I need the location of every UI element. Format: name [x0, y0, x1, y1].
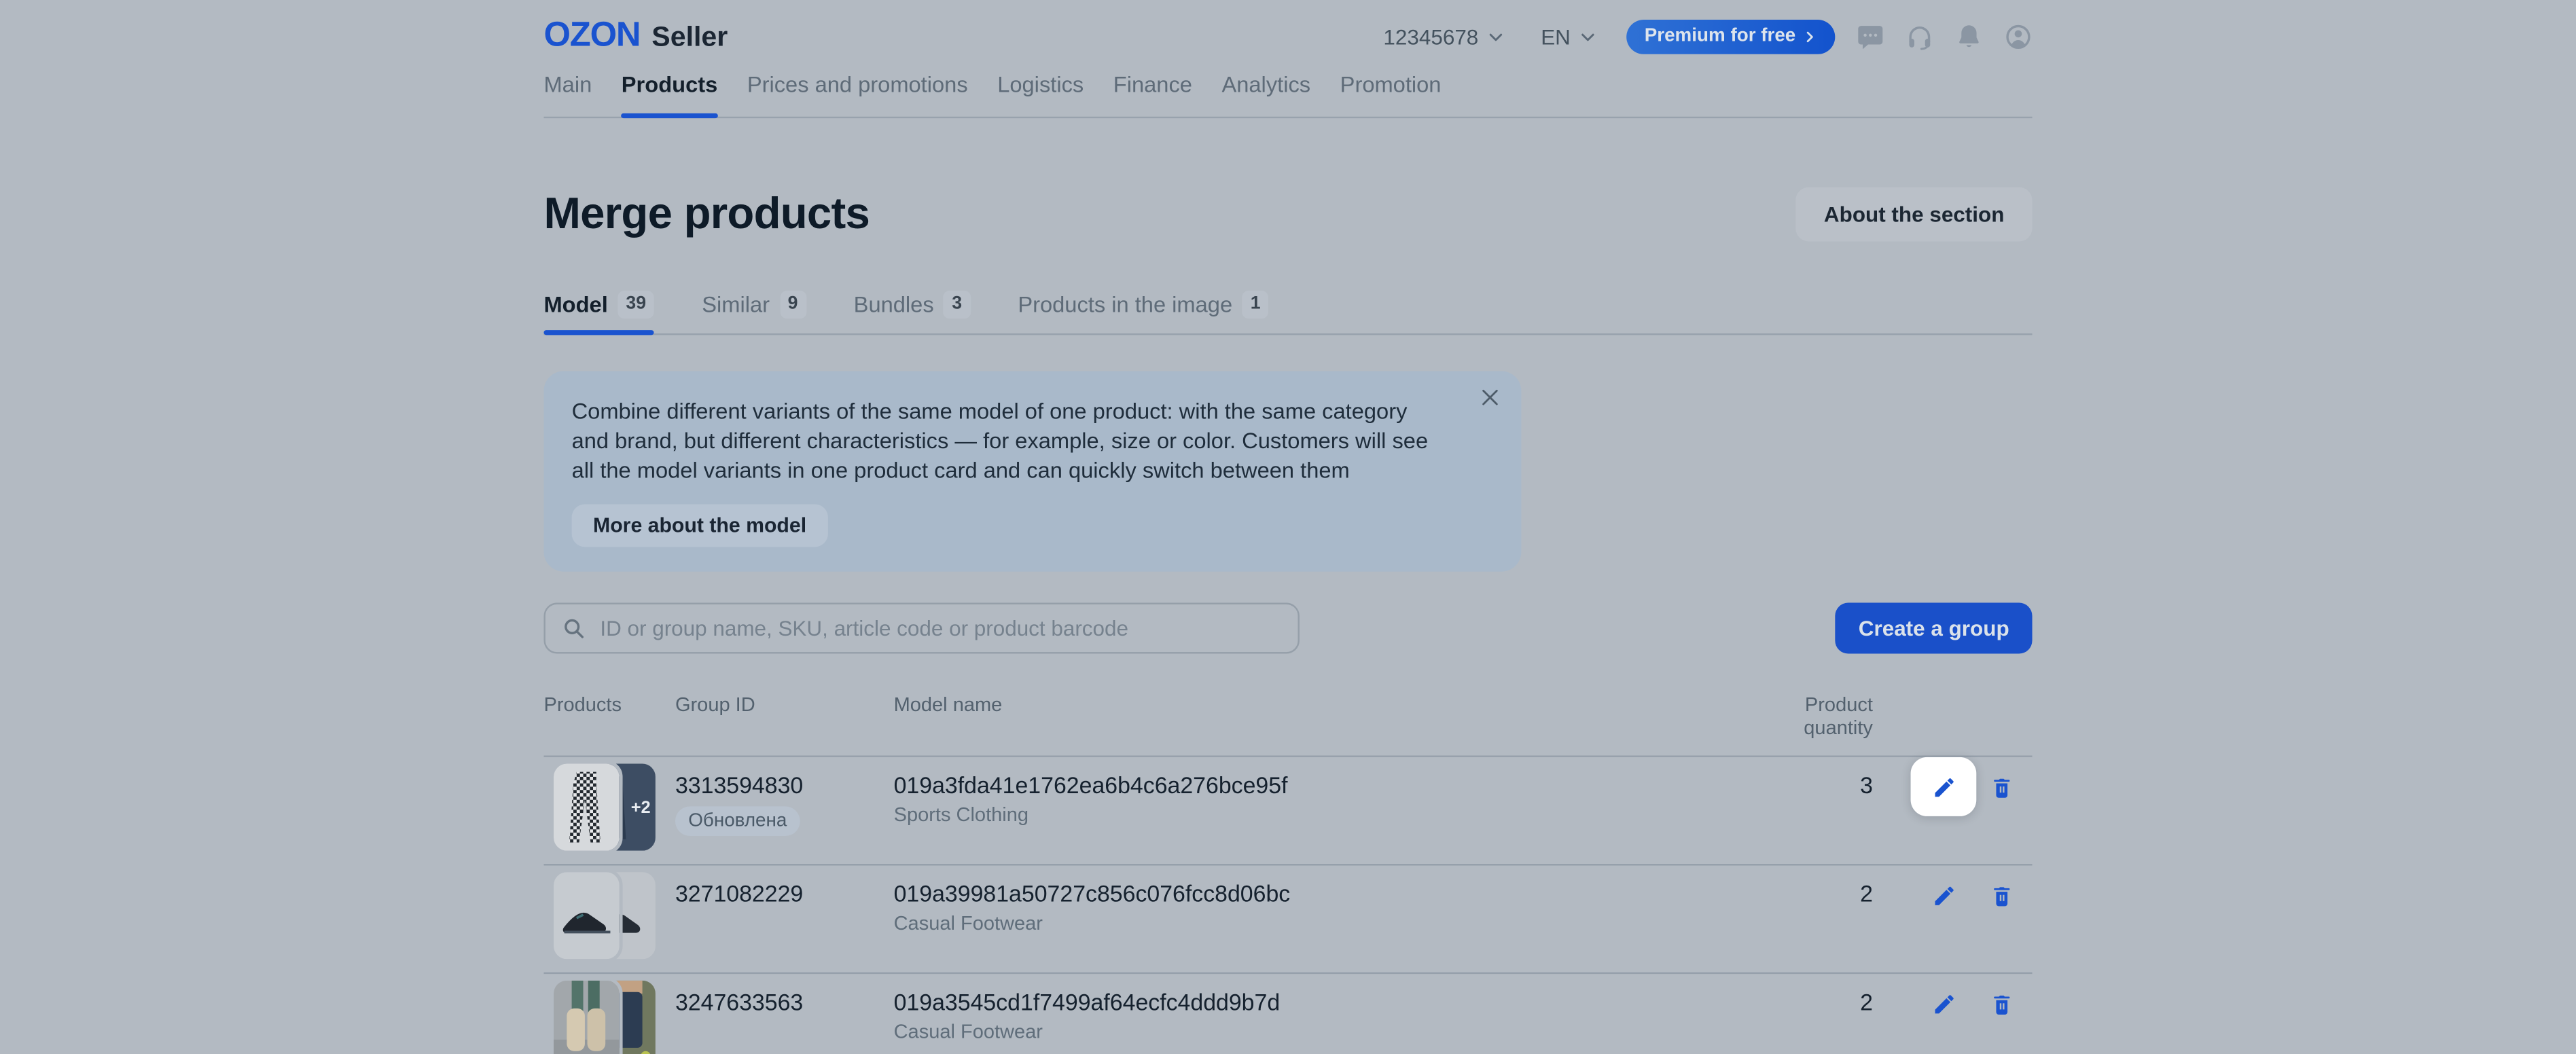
tab-label: Bundles [854, 292, 934, 316]
premium-button-label: Premium for free [1645, 26, 1796, 46]
model-name: 019a39981a50727c856c076fcc8d06bc [894, 880, 1749, 907]
edit-group-button[interactable] [1911, 865, 1977, 924]
tab-label: Similar [702, 292, 770, 316]
create-group-button[interactable]: Create a group [1836, 603, 2033, 654]
profile-icon[interactable] [2004, 22, 2032, 50]
trash-icon [1988, 774, 2013, 799]
product-thumbnails-dark-sneakers[interactable] [554, 872, 665, 959]
banner-text: Combine different variants of the same m… [572, 397, 1449, 486]
close-icon [1479, 386, 1502, 409]
model-category: Casual Footwear [894, 1020, 1749, 1043]
search-input[interactable] [597, 614, 1282, 642]
nav-item-finance[interactable]: Finance [1113, 72, 1192, 116]
tab-count-badge: 1 [1242, 291, 1269, 319]
header-model-name: Model name [894, 693, 1749, 740]
product-quantity: 2 [1748, 865, 1873, 972]
tab-model[interactable]: Model 39 [543, 291, 654, 333]
support-icon[interactable] [1906, 22, 1933, 50]
header-products: Products [543, 693, 675, 740]
tab-count-badge: 9 [780, 291, 806, 319]
model-name: 019a3545cd1f7499af64ecfc4ddd9b7d [894, 989, 1749, 1015]
header-group-id: Group ID [675, 693, 894, 740]
pencil-icon [1931, 991, 1956, 1015]
premium-button[interactable]: Premium for free [1626, 19, 1835, 54]
nav-item-analytics[interactable]: Analytics [1221, 72, 1310, 116]
product-quantity: 2 [1748, 974, 1873, 1054]
trash-icon [1988, 991, 2013, 1015]
more-images-count: +2 [631, 797, 651, 817]
groups-table: Products Group ID Model name Product qua… [543, 683, 2032, 1054]
chevron-down-icon [1579, 27, 1597, 46]
tab-label: Products in the image [1018, 292, 1232, 316]
language-selector[interactable]: EN [1541, 24, 1596, 48]
about-section-button[interactable]: About the section [1796, 187, 2033, 242]
tab-similar[interactable]: Similar 9 [702, 291, 806, 333]
top-bar-actions: 12345678 EN Premium for free [1383, 19, 2032, 54]
main-nav: Main Products Prices and promotions Logi… [543, 72, 2032, 118]
account-id: 12345678 [1383, 24, 1478, 48]
merge-tabs: Model 39 Similar 9 Bundles 3 Products in… [543, 291, 2032, 335]
info-banner: Combine different variants of the same m… [543, 371, 1521, 572]
product-thumbnails-beige-boots[interactable] [554, 981, 665, 1054]
tab-bundles[interactable]: Bundles 3 [854, 291, 971, 333]
edit-group-button[interactable] [1911, 974, 1977, 1033]
delete-group-button[interactable] [1980, 974, 2022, 1033]
group-id: 3271082229 [675, 880, 894, 907]
table-header: Products Group ID Model name Product qua… [543, 683, 2032, 755]
thumbnail-stack-front [554, 764, 620, 851]
nav-item-prices-and-promotions[interactable]: Prices and promotions [747, 72, 968, 116]
delete-group-button[interactable] [1980, 865, 2022, 924]
chevron-down-icon [1486, 27, 1505, 46]
header-quantity: Product quantity [1748, 693, 1873, 740]
tab-count-badge: 3 [944, 291, 970, 319]
banner-close-button[interactable] [1477, 386, 1503, 412]
tab-count-badge: 39 [618, 291, 654, 319]
search-box [543, 603, 1299, 654]
table-row: 3247633563 019a3545cd1f7499af64ecfc4ddd9… [543, 973, 2032, 1054]
model-category: Sports Clothing [894, 803, 1749, 826]
delete-group-button[interactable] [1980, 757, 2022, 816]
group-id: 3247633563 [675, 989, 894, 1015]
pencil-icon [1931, 774, 1956, 799]
thumbnail-stack-front [554, 872, 620, 959]
tab-label: Model [543, 292, 607, 316]
nav-item-main[interactable]: Main [543, 72, 592, 116]
seller-dashboard-page: OZON Seller 12345678 EN Premium for free [0, 0, 2576, 1054]
more-about-model-button[interactable]: More about the model [572, 504, 828, 547]
status-badge: Обновлена [675, 806, 800, 836]
page-title: Merge products [543, 189, 870, 240]
edit-group-button[interactable] [1911, 757, 1977, 816]
pencil-icon [1931, 883, 1956, 907]
top-bar: OZON Seller 12345678 EN Premium for free [543, 0, 2032, 58]
chevron-right-icon [1802, 29, 1817, 43]
table-row: +2 3313594830 Обновлена 019a3fda41e1762e… [543, 755, 2032, 864]
product-quantity: 3 [1748, 757, 1873, 864]
table-row: 3271082229 019a39981a50727c856c076fcc8d0… [543, 864, 2032, 973]
model-name: 019a3fda41e1762ea6b4c6a276bce95f [894, 772, 1749, 799]
model-category: Casual Footwear [894, 911, 1749, 934]
nav-item-products[interactable]: Products [622, 72, 718, 116]
thumbnail-stack-front [554, 981, 620, 1054]
notifications-icon[interactable] [1955, 22, 1983, 50]
nav-item-promotion[interactable]: Promotion [1340, 72, 1442, 116]
account-selector[interactable]: 12345678 [1383, 24, 1505, 48]
ozon-seller-logo[interactable]: OZON Seller [543, 16, 728, 56]
search-icon [562, 616, 585, 640]
group-id: 3313594830 [675, 772, 894, 799]
product-thumbnails-checkered-trousers[interactable]: +2 [554, 764, 665, 851]
chat-icon[interactable] [1857, 22, 1884, 50]
seller-logo-text: Seller [651, 21, 728, 54]
nav-item-logistics[interactable]: Logistics [997, 72, 1084, 116]
language-label: EN [1541, 24, 1571, 48]
tab-products-in-the-image[interactable]: Products in the image 1 [1018, 291, 1268, 333]
trash-icon [1988, 883, 2013, 907]
ozon-logo-text: OZON [543, 16, 640, 56]
